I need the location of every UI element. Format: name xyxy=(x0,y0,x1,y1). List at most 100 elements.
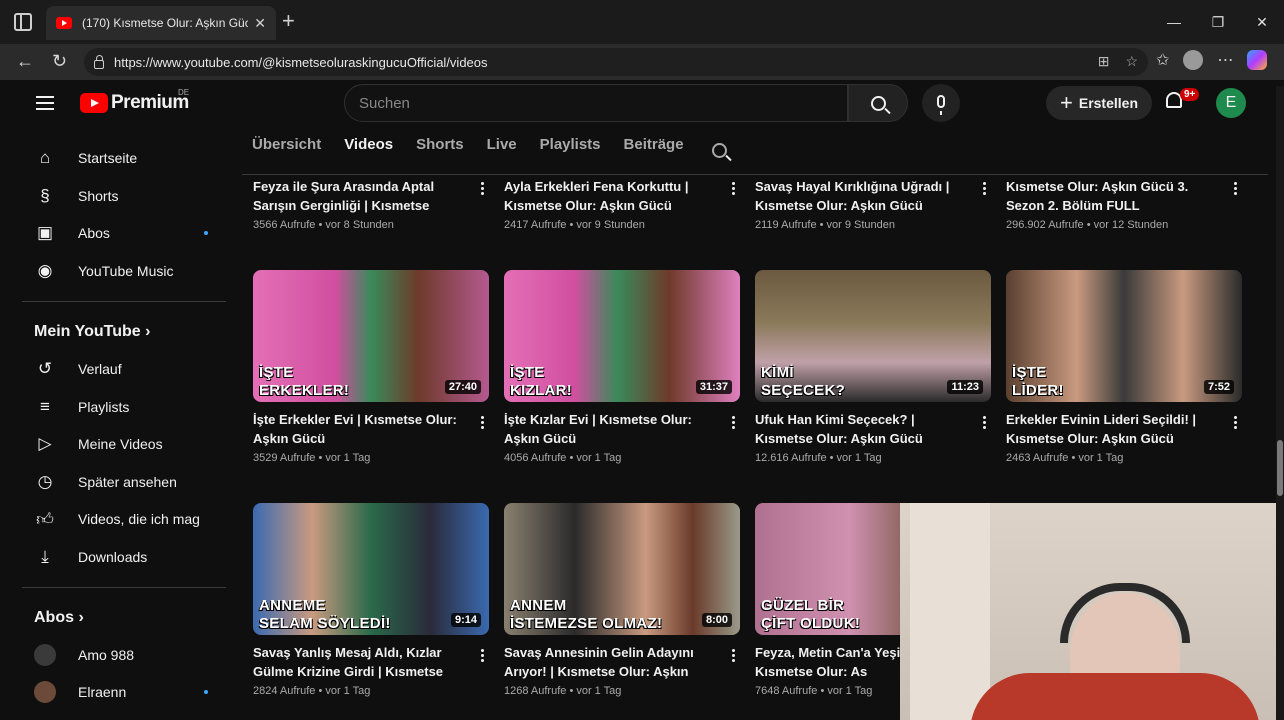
video-card[interactable]: ANNEME SELAM SÖYLEDİ! 9:14 Savaş Yanlış M… xyxy=(253,503,489,697)
video-title[interactable]: Savaş Hayal Kırıklığına Uğradı | Kısmets… xyxy=(755,177,991,215)
masthead: Premium DE Suchen + Erstellen 9+ E xyxy=(10,80,1274,126)
sidebar-item-downloads[interactable]: ⤓ Downloads xyxy=(22,539,222,575)
video-menu-icon[interactable] xyxy=(1234,416,1238,432)
subscription-item[interactable]: Elraenn xyxy=(22,674,222,710)
sidebar-item-subscriptions[interactable]: ▣ Abos xyxy=(22,215,222,251)
search-button[interactable] xyxy=(848,84,908,122)
sidebar-item-label: Startseite xyxy=(78,150,138,166)
video-title[interactable]: Kısmetse Olur: Aşkın Gücü 3. Sezon 2. Bö… xyxy=(1006,177,1242,215)
reload-icon[interactable]: ↻ xyxy=(52,51,67,72)
menu-icon[interactable] xyxy=(36,96,54,110)
tab-playlists[interactable]: Playlists xyxy=(540,136,601,166)
caption-line: KIZLAR! xyxy=(510,382,573,399)
tab-close-icon[interactable]: ✕ xyxy=(254,15,266,32)
video-thumbnail[interactable]: KİMİ SEÇECEK? 11:23 xyxy=(755,270,991,402)
video-menu-icon[interactable] xyxy=(481,416,485,432)
sidebar-item-label: Videos, die ich mag xyxy=(78,511,200,527)
video-thumbnail[interactable]: İŞTE LİDER! 7:52 xyxy=(1006,270,1242,402)
subscription-item[interactable]: Amo 988 xyxy=(22,637,222,673)
you-section-header[interactable]: Mein YouTube › xyxy=(34,323,150,341)
url-field[interactable]: https://www.youtube.com/@kismetseolurask… xyxy=(84,48,1148,76)
more-icon[interactable]: ⋯ xyxy=(1217,50,1233,70)
sidebar-item-liked[interactable]: 👍︎ Videos, die ich mag xyxy=(22,501,222,537)
sidebar-item-music[interactable]: ◉ YouTube Music xyxy=(22,253,222,289)
video-card[interactable]: Kısmetse Olur: Aşkın Gücü 3. Sezon 2. Bö… xyxy=(1006,172,1242,231)
video-title[interactable]: İşte Kızlar Evi | Kısmetse Olur: Aşkın G… xyxy=(504,410,740,448)
video-title[interactable]: Ufuk Han Kimi Seçecek? | Kısmetse Olur: … xyxy=(755,410,991,448)
youtube-premium-logo[interactable]: Premium DE xyxy=(80,88,189,114)
tab-live[interactable]: Live xyxy=(487,136,517,166)
search-input[interactable]: Suchen xyxy=(344,84,848,122)
sidebar-item-home[interactable]: ⌂ Startseite xyxy=(22,140,222,176)
video-card[interactable]: Feyza ile Şura Arasında Aptal Sarışın Ge… xyxy=(253,172,489,231)
account-avatar[interactable]: E xyxy=(1216,88,1246,118)
tab-community[interactable]: Beiträge xyxy=(624,136,684,166)
video-menu-icon[interactable] xyxy=(983,182,987,198)
caption-line: SEÇECEK? xyxy=(761,382,846,399)
video-card[interactable]: İŞTE LİDER! 7:52 Erkekler Evinin Lideri S… xyxy=(1006,270,1242,464)
download-icon: ⤓ xyxy=(41,547,49,566)
video-title[interactable]: Ayla Erkekleri Fena Korkuttu | Kısmetse … xyxy=(504,177,740,215)
scrollbar-track[interactable] xyxy=(1276,86,1284,720)
subs-header-label: Abos xyxy=(34,609,74,626)
copilot-icon[interactable] xyxy=(1247,50,1268,70)
video-card[interactable]: KİMİ SEÇECEK? 11:23 Ufuk Han Kimi Seçecek… xyxy=(755,270,991,464)
video-title[interactable]: Savaş Annesinin Gelin Adayını Arıyor! | … xyxy=(504,643,740,681)
video-thumbnail[interactable]: ANNEM İSTEMEZSE OLMAZ! 8:00 xyxy=(504,503,740,635)
sidebar-item-history[interactable]: ↺ Verlauf xyxy=(22,351,222,387)
scrollbar-thumb[interactable] xyxy=(1277,440,1283,496)
voice-search-button[interactable] xyxy=(922,84,960,122)
profile-icon[interactable] xyxy=(1183,50,1204,70)
create-button[interactable]: + Erstellen xyxy=(1046,86,1152,120)
tab-videos[interactable]: Videos xyxy=(344,136,393,166)
tab-shorts[interactable]: Shorts xyxy=(416,136,464,166)
video-card[interactable]: ANNEM İSTEMEZSE OLMAZ! 8:00 Savaş Annesin… xyxy=(504,503,740,697)
video-menu-icon[interactable] xyxy=(481,182,485,198)
video-menu-icon[interactable] xyxy=(983,416,987,432)
video-thumbnail[interactable]: İŞTE ERKEKLER! 27:40 xyxy=(253,270,489,402)
apps-icon[interactable]: ⊞ xyxy=(1098,53,1110,70)
tab-overview[interactable]: Übersicht xyxy=(252,136,321,166)
favorites-icon[interactable]: ✩ xyxy=(1156,50,1169,70)
home-icon: ⌂ xyxy=(39,148,51,167)
subscriptions-section-header[interactable]: Abos › xyxy=(34,609,84,627)
video-thumbnail[interactable]: İŞTE KIZLAR! 31:37 xyxy=(504,270,740,402)
video-title[interactable]: Erkekler Evinin Lideri Seçildi! | Kısmet… xyxy=(1006,410,1242,448)
video-duration: 11:23 xyxy=(947,380,983,394)
video-meta: 2824 Aufrufe • vor 1 Tag xyxy=(253,685,371,697)
video-menu-icon[interactable] xyxy=(481,649,485,665)
favorite-star-icon[interactable]: ☆ xyxy=(1125,53,1138,70)
notifications-button[interactable]: 9+ xyxy=(1166,88,1200,112)
browser-tab[interactable]: (170) Kısmetse Olur: Aşkın Gücü ✕ xyxy=(46,6,276,40)
video-title[interactable]: İşte Erkekler Evi | Kısmetse Olur: Aşkın… xyxy=(253,410,489,448)
back-icon[interactable]: ← xyxy=(16,51,34,72)
video-menu-icon[interactable] xyxy=(732,649,736,665)
video-card[interactable]: İŞTE KIZLAR! 31:37 İşte Kızlar Evi | Kısm… xyxy=(504,270,740,464)
video-menu-icon[interactable] xyxy=(1234,182,1238,198)
minimize-icon[interactable]: — xyxy=(1152,0,1196,44)
channel-search-button[interactable] xyxy=(712,143,727,163)
youtube-favicon-icon xyxy=(56,17,72,29)
window-close-icon[interactable]: ✕ xyxy=(1240,0,1284,44)
sidebar-item-watch-later[interactable]: ◷ Später ansehen xyxy=(22,464,222,500)
sidebar-item-playlists[interactable]: ≡ Playlists xyxy=(22,389,222,425)
sidebar-item-my-videos[interactable]: ▷ Meine Videos xyxy=(22,426,222,462)
caption-line: ANNEME xyxy=(259,597,326,614)
video-title[interactable]: Savaş Yanlış Mesaj Aldı, Kızlar Gülme Kr… xyxy=(253,643,489,681)
video-title[interactable]: Feyza ile Şura Arasında Aptal Sarışın Ge… xyxy=(253,177,489,215)
tab-actions-icon[interactable] xyxy=(14,13,32,31)
video-meta: 1268 Aufrufe • vor 1 Tag xyxy=(504,685,622,697)
video-card[interactable]: Savaş Hayal Kırıklığına Uğradı | Kısmets… xyxy=(755,172,991,231)
video-menu-icon[interactable] xyxy=(732,416,736,432)
sidebar-item-shorts[interactable]: § Shorts xyxy=(22,178,222,214)
restore-icon[interactable]: ❐ xyxy=(1196,0,1240,44)
video-card[interactable]: Ayla Erkekleri Fena Korkuttu | Kısmetse … xyxy=(504,172,740,231)
sidebar: ⌂ Startseite § Shorts ▣ Abos ◉ YouTube M… xyxy=(10,136,232,720)
video-thumbnail[interactable]: ANNEME SELAM SÖYLEDİ! 9:14 xyxy=(253,503,489,635)
video-card[interactable]: İŞTE ERKEKLER! 27:40 İşte Erkekler Evi | … xyxy=(253,270,489,464)
url-text: https://www.youtube.com/@kismetseolurask… xyxy=(114,54,488,70)
video-duration: 8:00 xyxy=(701,613,732,627)
video-meta: 4056 Aufrufe • vor 1 Tag xyxy=(504,452,622,464)
video-menu-icon[interactable] xyxy=(732,182,736,198)
new-tab-icon[interactable]: + xyxy=(282,10,295,32)
